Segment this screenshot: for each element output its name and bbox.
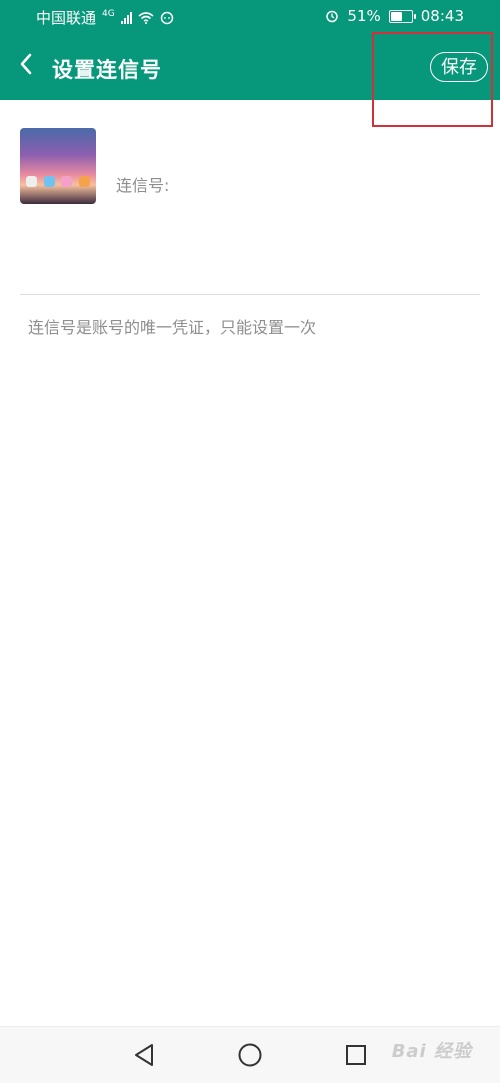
lianxin-id-input[interactable] <box>32 256 456 286</box>
triangle-back-icon <box>135 1044 153 1066</box>
message-icon <box>160 11 173 24</box>
account-id-label: 连信号: <box>116 176 170 195</box>
nickname-masked <box>116 137 186 153</box>
square-recent-icon <box>346 1045 366 1065</box>
nav-home-button[interactable] <box>236 1041 264 1069</box>
nav-recent-button[interactable] <box>342 1041 370 1069</box>
watermark: Bai 经验 <box>391 1041 472 1062</box>
battery-fill <box>390 11 402 21</box>
status-bar: 中国联通 4G 51% 08:43 <box>0 0 500 34</box>
chevron-left-icon <box>20 53 32 75</box>
hint-text: 连信号是账号的唯一凭证，只能设置一次 <box>28 318 317 337</box>
signal-icon <box>120 11 132 24</box>
avatar <box>20 128 96 204</box>
account-id-line: 连信号: <box>116 172 234 196</box>
page-title: 设置连信号 <box>52 58 162 82</box>
circle-home-icon <box>238 1043 262 1067</box>
profile-card: 连信号: <box>20 128 480 204</box>
wifi-icon <box>138 11 154 24</box>
avatar-dock <box>26 176 90 192</box>
system-nav-bar: Bai 经验 <box>0 1026 500 1083</box>
account-id-masked <box>173 176 234 192</box>
nav-back-button[interactable] <box>130 1041 158 1069</box>
battery-percent: 51% <box>347 7 381 25</box>
battery-icon <box>388 9 416 23</box>
status-right: 51% 08:43 <box>325 7 464 25</box>
id-input-row <box>20 248 480 295</box>
alarm-icon <box>326 10 339 23</box>
annotation-highlight <box>372 32 493 127</box>
back-button[interactable] <box>12 50 40 78</box>
nickname <box>116 134 186 158</box>
network-type: 4G <box>102 8 115 19</box>
status-left: 中国联通 4G <box>36 7 174 28</box>
carrier-name: 中国联通 <box>36 9 97 27</box>
clock: 08:43 <box>420 7 464 25</box>
